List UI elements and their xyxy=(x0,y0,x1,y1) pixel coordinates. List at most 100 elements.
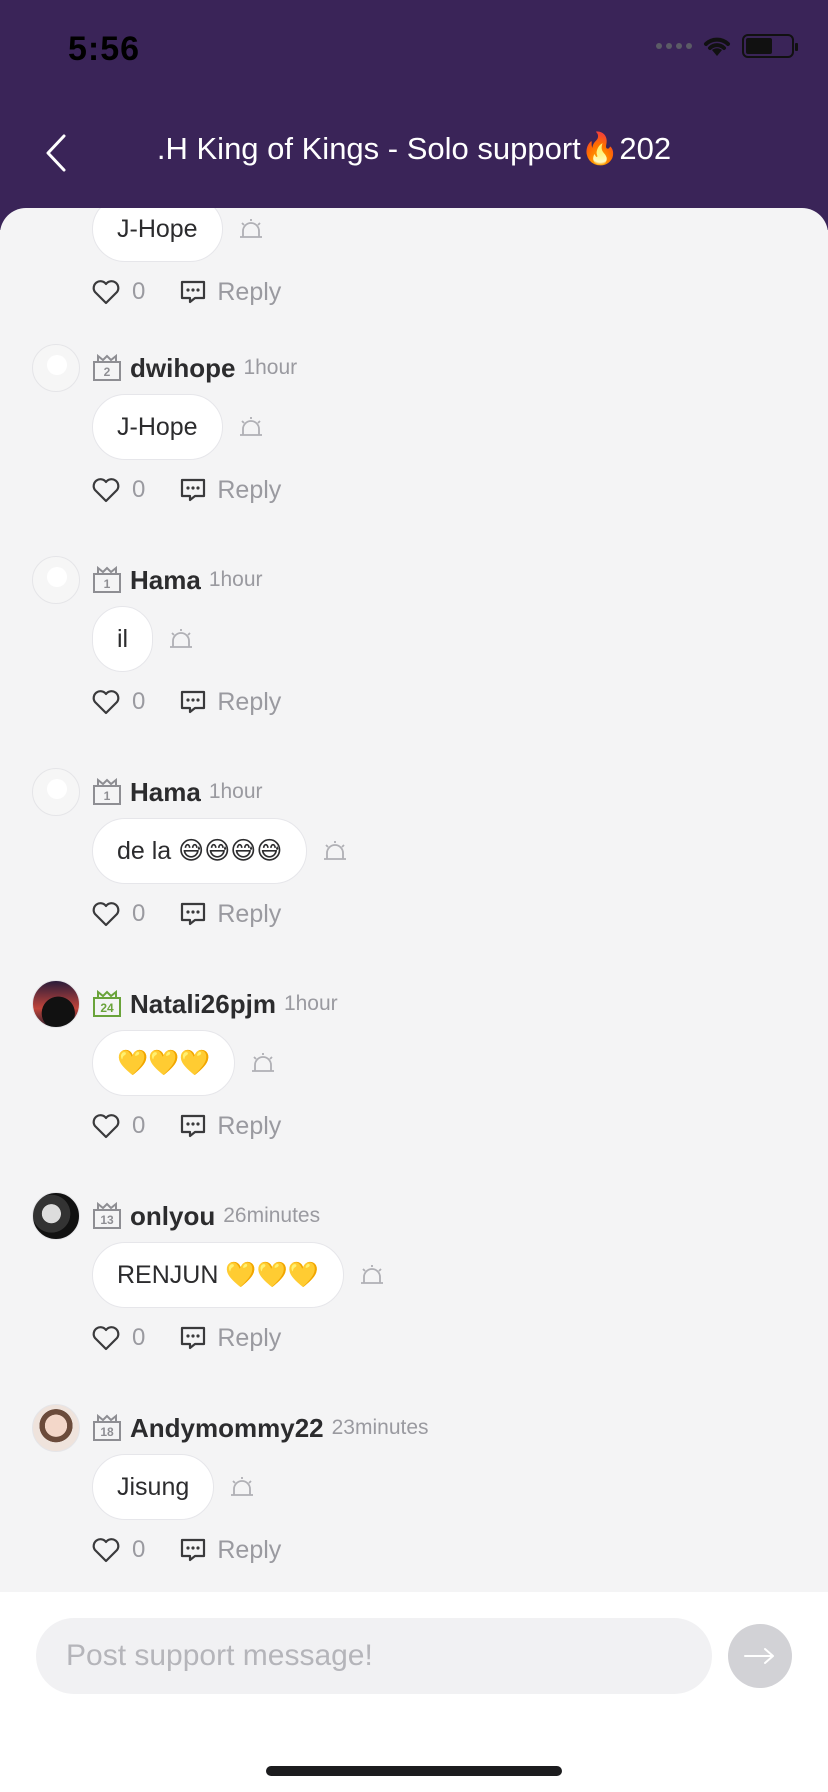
wifi-icon xyxy=(704,37,730,56)
back-button[interactable] xyxy=(40,128,76,178)
message-row: Jisung xyxy=(92,1454,256,1520)
reply-button[interactable]: Reply xyxy=(179,1536,281,1565)
like-count: 0 xyxy=(132,1324,146,1351)
reply-label: Reply xyxy=(217,277,282,306)
comment-item: 24 Natali26pjm 1hour 💛💛💛 0 Reply xyxy=(0,980,828,1192)
avatar[interactable] xyxy=(32,344,80,392)
comment-actions: 0 Reply xyxy=(92,682,281,722)
username[interactable]: Andymommy22 xyxy=(130,1413,324,1444)
comment-item: 13 onlyou 26minutes RENJUN 💛💛💛 0 Reply xyxy=(0,1192,828,1404)
timestamp: 1hour xyxy=(208,780,263,803)
message-bubble: RENJUN 💛💛💛 xyxy=(92,1242,344,1308)
message-row: il xyxy=(92,606,195,672)
comment-icon xyxy=(181,280,206,304)
status-icons xyxy=(656,34,798,58)
reply-button[interactable]: Reply xyxy=(179,278,281,307)
comment-icon xyxy=(181,1326,206,1350)
like-button[interactable]: 0 xyxy=(92,900,145,928)
comment-item: J-Hope 0 Reply xyxy=(0,208,828,358)
comment-header: 1 Hama 1hour xyxy=(92,768,263,816)
reply-button[interactable]: Reply xyxy=(179,1324,281,1353)
message-composer xyxy=(0,1592,828,1792)
like-count: 0 xyxy=(132,1536,146,1563)
message-bubble: il xyxy=(92,606,154,672)
comment-icon xyxy=(181,1114,206,1138)
comment-item: 2 dwihope 1hour J-Hope 0 Reply xyxy=(0,344,828,556)
comment-item: 18 Andymommy22 23minutes Jisung 0 Reply xyxy=(0,1404,828,1592)
message-row: 💛💛💛 xyxy=(92,1030,277,1096)
level-badge-icon: 1 xyxy=(92,778,122,806)
comment-icon xyxy=(181,690,206,714)
message-row: de la 😅😅😅😅 xyxy=(92,818,349,884)
timestamp: 26minutes xyxy=(223,1204,321,1227)
like-button[interactable]: 0 xyxy=(92,476,145,504)
reply-label: Reply xyxy=(217,475,282,504)
heart-icon xyxy=(92,690,120,715)
like-count: 0 xyxy=(132,278,146,305)
reply-label: Reply xyxy=(217,1111,282,1140)
heart-icon xyxy=(92,1114,120,1139)
comment-header: 24 Natali26pjm 1hour xyxy=(92,980,338,1028)
support-message-input[interactable] xyxy=(36,1618,712,1694)
comment-actions: 0 Reply xyxy=(92,272,281,312)
comment-header: 1 Hama 1hour xyxy=(92,556,263,604)
avatar[interactable] xyxy=(32,1404,80,1452)
like-button[interactable]: 0 xyxy=(92,1536,145,1564)
comment-actions: 0 Reply xyxy=(92,894,281,934)
report-alarm-icon[interactable] xyxy=(249,1049,277,1077)
timestamp: 1hour xyxy=(243,356,298,379)
comment-icon xyxy=(181,902,206,926)
report-alarm-icon[interactable] xyxy=(358,1261,386,1289)
report-alarm-icon[interactable] xyxy=(237,215,265,243)
level-badge-icon: 18 xyxy=(92,1414,122,1442)
report-alarm-icon[interactable] xyxy=(228,1473,256,1501)
level-badge-icon: 1 xyxy=(92,566,122,594)
reply-button[interactable]: Reply xyxy=(179,688,281,717)
comment-actions: 0 Reply xyxy=(92,1106,281,1146)
level-badge-icon: 2 xyxy=(92,354,122,382)
comment-icon xyxy=(181,1538,206,1562)
reply-button[interactable]: Reply xyxy=(179,900,281,929)
username[interactable]: onlyou xyxy=(130,1201,215,1232)
message-row: J-Hope xyxy=(92,208,265,262)
like-button[interactable]: 0 xyxy=(92,278,145,306)
report-alarm-icon[interactable] xyxy=(167,625,195,653)
comment-item: 1 Hama 1hour de la 😅😅😅😅 0 Reply xyxy=(0,768,828,980)
report-alarm-icon[interactable] xyxy=(237,413,265,441)
username[interactable]: Hama xyxy=(130,565,201,596)
page-title: .H King of Kings - Solo support🔥202 xyxy=(156,131,672,166)
send-button[interactable] xyxy=(728,1624,792,1688)
battery-icon xyxy=(742,34,798,58)
comment-item: 1 Hama 1hour il 0 Reply xyxy=(0,556,828,768)
reply-label: Reply xyxy=(217,1323,282,1352)
comment-header: 13 onlyou 26minutes xyxy=(92,1192,320,1240)
reply-button[interactable]: Reply xyxy=(179,1112,281,1141)
heart-icon xyxy=(92,902,120,927)
level-badge-icon: 13 xyxy=(92,1202,122,1230)
comments-list[interactable]: J-Hope 0 Reply 2 dwihope 1hour J-Hope 0 … xyxy=(0,208,828,1592)
like-count: 0 xyxy=(132,476,146,503)
username[interactable]: Hama xyxy=(130,777,201,808)
like-count: 0 xyxy=(132,1112,146,1139)
like-button[interactable]: 0 xyxy=(92,688,145,716)
avatar[interactable] xyxy=(32,556,80,604)
message-bubble: J-Hope xyxy=(92,394,223,460)
reply-button[interactable]: Reply xyxy=(179,476,281,505)
app-header: 5:56 .H King of Kings - Solo support🔥202 xyxy=(0,0,828,230)
avatar[interactable] xyxy=(32,980,80,1028)
avatar[interactable] xyxy=(32,1192,80,1240)
username[interactable]: Natali26pjm xyxy=(130,989,276,1020)
message-bubble: 💛💛💛 xyxy=(92,1030,236,1096)
message-row: J-Hope xyxy=(92,394,265,460)
report-alarm-icon[interactable] xyxy=(321,837,349,865)
timestamp: 23minutes xyxy=(331,1416,429,1439)
like-count: 0 xyxy=(132,900,146,927)
home-indicator xyxy=(266,1766,562,1776)
reply-label: Reply xyxy=(217,899,282,928)
timestamp: 1hour xyxy=(283,992,338,1015)
like-button[interactable]: 0 xyxy=(92,1324,145,1352)
avatar[interactable] xyxy=(32,768,80,816)
cellular-signal-icon xyxy=(656,43,692,49)
like-button[interactable]: 0 xyxy=(92,1112,145,1140)
username[interactable]: dwihope xyxy=(130,353,235,384)
